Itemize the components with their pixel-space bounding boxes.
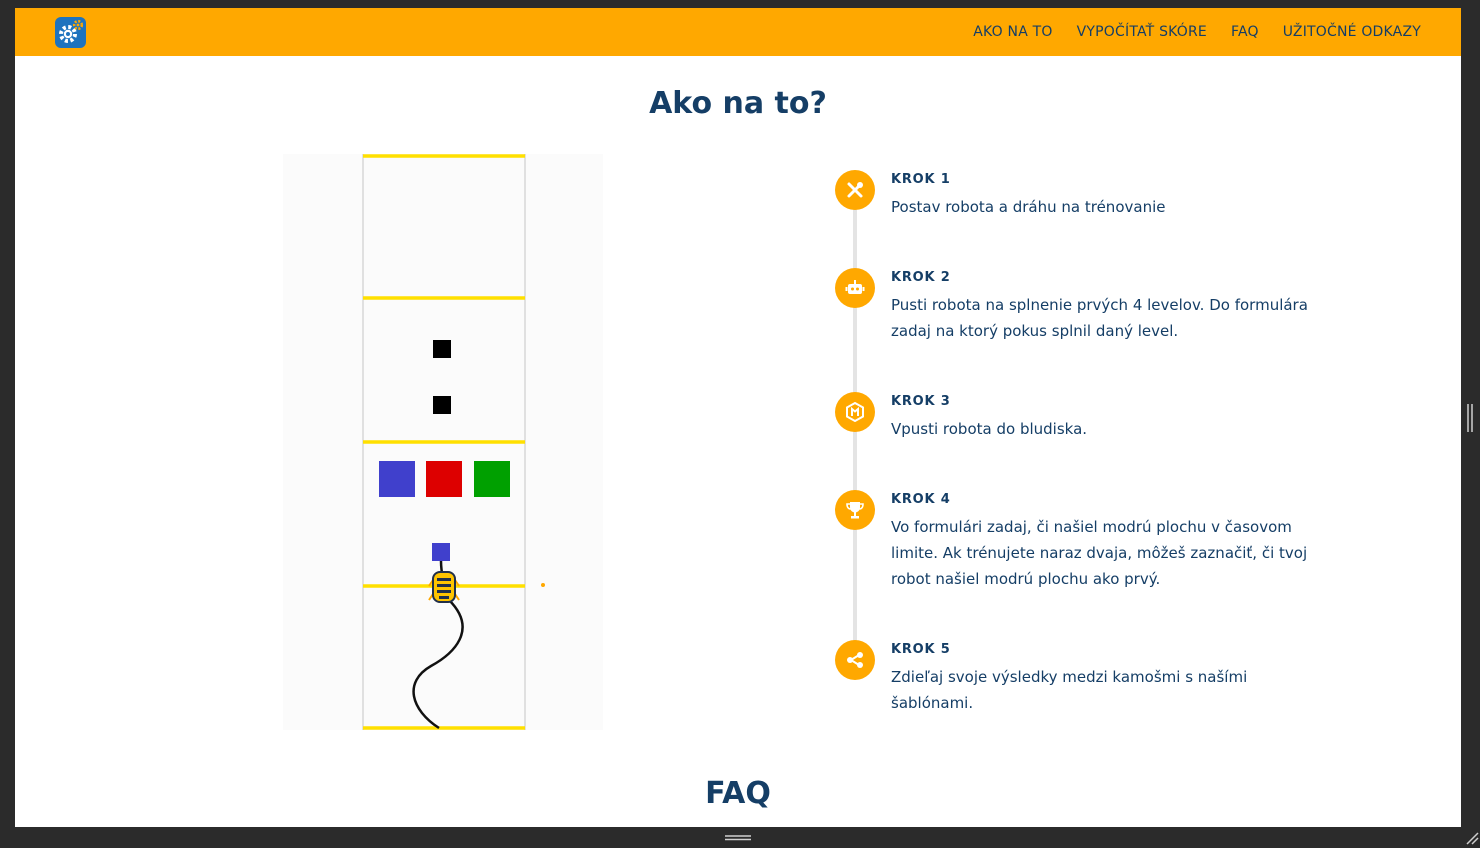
nav-link-ako-na-to[interactable]: AKO NA TO (973, 24, 1052, 40)
step-text: Zdieľaj svoje výsledky medzi kamošmi s n… (891, 668, 1248, 712)
share-icon (835, 640, 875, 680)
steps-timeline: KROK 1 Postav robota a dráhu na trénovan… (835, 168, 1395, 728)
tools-icon (835, 170, 875, 210)
main-nav: AKO NA TO VYPOČÍTAŤ SKÓRE FAQ UŽITOČNÉ O… (973, 8, 1421, 56)
corner-resize-icon[interactable] (1463, 829, 1479, 845)
step-title: KROK 3 (891, 394, 951, 409)
browser-viewport: AKO NA TO VYPOČÍTAŤ SKÓRE FAQ UŽITOČNÉ O… (15, 8, 1461, 827)
robot-track-illustration (283, 154, 603, 730)
robot-sprite (428, 571, 460, 603)
step-title: KROK 2 (891, 270, 951, 285)
horizontal-resize-grip-icon[interactable] (725, 834, 751, 841)
step-text: Pusti robota na splnenie prvých 4 levelo… (891, 296, 1308, 340)
maze-icon (835, 392, 875, 432)
step-text: Postav robota a dráhu na trénovanie (891, 198, 1166, 216)
step-title: KROK 1 (891, 172, 951, 187)
step-text: Vpusti robota do bludiska. (891, 420, 1088, 438)
step-text: Vo formulári zadaj, či našiel modrú ploc… (891, 518, 1308, 588)
nav-link-vypocitat-skore[interactable]: VYPOČÍTAŤ SKÓRE (1077, 24, 1207, 40)
page-title: Ako na to? (649, 86, 827, 121)
vertical-resize-grip-icon[interactable] (1466, 404, 1474, 432)
bottom-resize-bar[interactable] (0, 827, 1480, 848)
nav-link-uzitocne-odkazy[interactable]: UŽITOČNÉ ODKAZY (1283, 24, 1421, 40)
nav-link-faq[interactable]: FAQ (1231, 24, 1259, 40)
faq-heading: FAQ (705, 776, 771, 811)
step-title: KROK 5 (891, 642, 951, 657)
gears-icon[interactable] (55, 17, 86, 48)
trophy-icon (835, 490, 875, 530)
step-title: KROK 4 (891, 492, 951, 507)
navbar: AKO NA TO VYPOČÍTAŤ SKÓRE FAQ UŽITOČNÉ O… (15, 8, 1461, 56)
robot-icon (835, 268, 875, 308)
